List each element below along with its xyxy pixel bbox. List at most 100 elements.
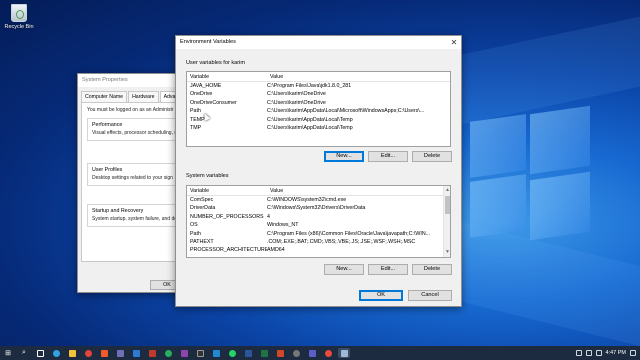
powerpoint-icon [276,349,284,357]
table-row[interactable]: Path C:\Program Files (x86)\Common Files\… [187,230,450,238]
taskbar: ⊞ ⌕ 4:47 PM [0,346,640,360]
user-profiles-group-text: Desktop settings related to your sign [92,175,173,181]
record-icon [324,349,332,357]
teams-icon [308,349,316,357]
performance-group-text: Visual effects, processor scheduling, m [92,130,179,136]
taskbar-app[interactable] [258,348,270,358]
taskbar-app[interactable] [274,348,286,358]
close-icon[interactable]: ✕ [447,36,461,49]
environment-variables-dialog[interactable]: Environment Variables ✕ User variables f… [175,35,462,307]
taskbar-app[interactable] [98,348,110,358]
table-row[interactable]: Path C:\Users\karim\AppData\Local\Microso… [187,107,450,115]
value-column-header[interactable]: Value [267,72,450,81]
network-icon[interactable] [575,350,582,356]
system-delete-button[interactable]: Delete [412,264,452,275]
table-row[interactable]: JAVA_HOME C:\Program Files\Java\jdk1.8.0_… [187,82,450,90]
system-edit-button[interactable]: Edit... [368,264,408,275]
taskbar-app[interactable] [114,348,126,358]
variable-value: C:\Users\karim\AppData\Local\Temp [267,116,353,123]
variable-value: C:\Program Files\Java\jdk1.8.0_281 [267,83,352,89]
startup-recovery-group-title: Startup and Recovery [92,208,144,214]
system-properties-title: System Properties [82,77,128,83]
performance-group: Performance Visual effects, processor sc… [87,118,185,141]
admin-notice: You must be logged on as an Administr [87,107,174,113]
taskbar-app[interactable] [322,348,334,358]
user-new-button[interactable]: New... [324,151,364,162]
system-variables-scrollbar[interactable]: ▲ ▼ [443,186,450,257]
taskbar-app[interactable] [82,348,94,358]
whatsapp-icon [228,349,236,357]
tab-computer-name[interactable]: Computer Name [81,91,128,102]
taskbar-app[interactable] [242,348,254,358]
table-row[interactable]: OS Windows_NT [187,221,450,229]
scroll-down-icon[interactable]: ▼ [444,249,450,256]
variable-value: C:\Users\karim\OneDrive [267,99,326,106]
system-new-button[interactable]: New... [324,264,364,275]
clock[interactable]: 4:47 PM [606,350,626,356]
variable-name: OneDriveConsumer [190,99,237,106]
user-delete-button[interactable]: Delete [412,151,452,162]
taskbar-app[interactable] [178,348,190,358]
language-icon[interactable] [595,350,602,356]
cancel-button[interactable]: Cancel [408,290,452,301]
table-row[interactable]: ComSpec C:\WINDOWS\system32\cmd.exe [187,196,450,204]
variable-value: Windows_NT [267,222,299,229]
user-variables-label: User variables for karim [186,60,246,66]
variable-column-header[interactable]: Variable [187,72,267,81]
task-view-button[interactable] [34,348,46,358]
performance-group-title: Performance [92,122,123,128]
user-variables-list[interactable]: Variable Value JAVA_HOME C:\Program Files… [186,71,451,147]
variable-value: C:\Windows\System32\Drivers\DriverData [267,205,366,212]
taskbar-app[interactable] [146,348,158,358]
user-variables-header: Variable Value [187,72,450,82]
taskbar-app-active[interactable] [338,348,350,358]
volume-icon[interactable] [585,350,592,356]
variable-name: NUMBER_OF_PROCESSORS [190,213,264,220]
windows-logo-pane [470,174,526,238]
table-row[interactable]: TEMP C:\Users\karim\AppData\Local\Temp [187,116,450,124]
taskbar-app[interactable] [162,348,174,358]
store-icon [116,349,124,357]
taskbar-app[interactable] [306,348,318,358]
user-edit-button[interactable]: Edit... [368,151,408,162]
table-row[interactable]: PROCESSOR_ARCHITECTURE AMD64 [187,246,450,254]
tab-hardware[interactable]: Hardware [128,91,159,102]
scrollbar-thumb[interactable] [445,196,450,214]
taskbar-app[interactable] [66,348,78,358]
variable-name: DriverData [190,205,216,212]
table-row[interactable]: OneDrive C:\Users\karim\OneDrive [187,90,450,98]
table-row[interactable]: OneDriveConsumer C:\Users\karim\OneDrive [187,99,450,107]
taskbar-app[interactable] [50,348,62,358]
search-button[interactable]: ⌕ [18,348,30,358]
table-row[interactable]: NUMBER_OF_PROCESSORS 4 [187,213,450,221]
recycle-bin-shortcut[interactable]: Recycle Bin [4,4,34,30]
task-view-icon [36,349,44,357]
table-row[interactable]: PATHEXT .COM;.EXE;.BAT;.CMD;.VBS;.VBE;.JS… [187,238,450,246]
scroll-up-icon[interactable]: ▲ [444,187,450,194]
start-button[interactable]: ⊞ [2,348,14,358]
folder-icon [68,349,76,357]
taskbar-app[interactable] [130,348,142,358]
variable-column-header[interactable]: Variable [187,186,267,195]
windows-logo-pane [470,114,526,178]
variable-value: C:\Users\karim\AppData\Local\Temp [267,124,353,131]
variable-name: TMP [190,124,202,131]
environment-variables-titlebar[interactable]: Environment Variables ✕ [176,36,461,49]
windows-start-icon: ⊞ [5,350,11,357]
taskbar-app[interactable] [290,348,302,358]
brave-icon [100,349,108,357]
editor-icon [180,349,188,357]
system-tray: 4:47 PM [575,346,636,360]
value-column-header[interactable]: Value [267,186,450,195]
variable-value: .COM;.EXE;.BAT;.CMD;.VBS;.VBE;.JS;.JSE;.… [267,238,416,245]
taskbar-app[interactable] [194,348,206,358]
taskbar-app[interactable] [226,348,238,358]
taskbar-app[interactable] [210,348,222,358]
table-row[interactable]: TMP C:\Users\karim\AppData\Local\Temp [187,124,450,132]
variable-value: C:\Program Files (x86)\Common Files\Orac… [267,230,431,237]
notifications-icon[interactable] [630,350,636,356]
system-variables-list[interactable]: Variable Value ComSpec C:\WINDOWS\system3… [186,185,451,258]
table-row[interactable]: DriverData C:\Windows\System32\Drivers\Dr… [187,204,450,212]
variable-name: PROCESSOR_ARCHITECTURE [190,247,267,254]
ok-button[interactable]: OK [359,290,403,301]
